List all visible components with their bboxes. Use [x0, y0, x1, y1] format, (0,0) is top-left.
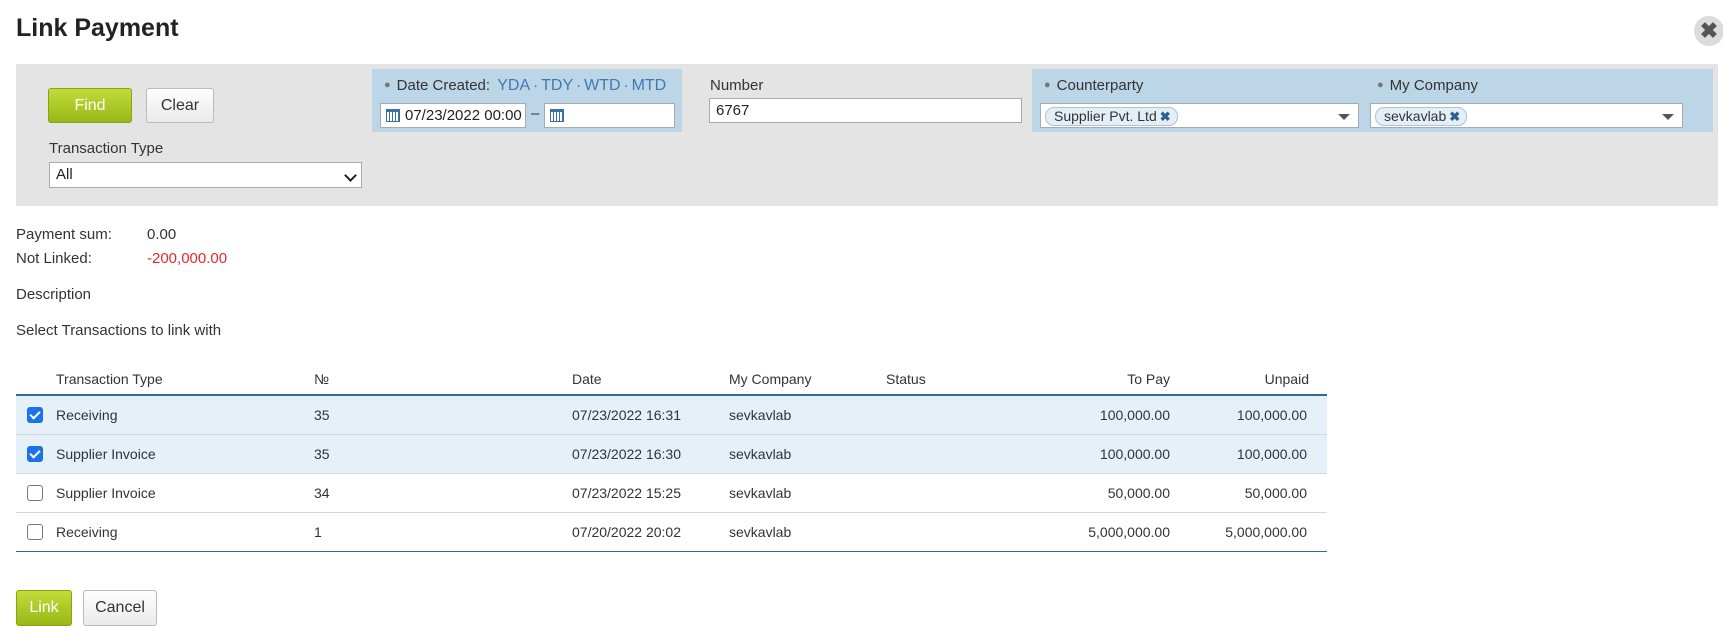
date-range-separator: –: [531, 105, 540, 122]
col-header-date[interactable]: Date: [572, 364, 729, 396]
transaction-type-select[interactable]: All: [49, 162, 362, 188]
bullet-icon: ●: [1377, 79, 1384, 91]
payment-sum-value: 0.00: [147, 226, 177, 243]
my-company-select[interactable]: sevkavlab ✖: [1370, 103, 1683, 128]
table-row[interactable]: Receiving 1 07/20/2022 20:02 sevkavlab 5…: [16, 512, 1327, 552]
transaction-type-label: Transaction Type: [49, 140, 164, 157]
clear-button[interactable]: Clear: [146, 88, 214, 123]
find-button[interactable]: Find: [48, 88, 132, 123]
bullet-icon: ●: [384, 79, 391, 91]
counterparty-tag: Supplier Pvt. Ltd ✖: [1045, 107, 1178, 126]
party-filters: ● Counterparty Supplier Pvt. Ltd ✖ ● My Com…: [1032, 69, 1713, 132]
row-checkbox[interactable]: [27, 485, 43, 501]
date-created-label: Date Created:: [396, 77, 491, 94]
transaction-type-value: All: [56, 166, 73, 183]
table-row[interactable]: Receiving 35 07/23/2022 16:31 sevkavlab …: [16, 395, 1327, 435]
calendar-icon[interactable]: [550, 109, 564, 122]
dropdown-arrow-icon[interactable]: [1338, 114, 1350, 120]
col-header-my-company[interactable]: My Company: [729, 364, 886, 396]
counterparty-label: Counterparty: [1056, 77, 1144, 94]
chevron-down-icon: [344, 169, 357, 182]
number-input[interactable]: 6767: [709, 98, 1022, 123]
my-company-tag: sevkavlab ✖: [1375, 107, 1468, 126]
cancel-button[interactable]: Cancel: [83, 590, 157, 626]
table-row[interactable]: Supplier Invoice 35 07/23/2022 16:30 sev…: [16, 434, 1327, 474]
remove-tag-icon[interactable]: ✖: [1160, 109, 1171, 124]
quick-date-tdy[interactable]: TDY: [541, 77, 573, 94]
quick-date-mtd[interactable]: MTD: [632, 77, 667, 94]
col-header-number[interactable]: №: [314, 364, 572, 396]
not-linked-value: -200,000.00: [147, 250, 228, 267]
remove-tag-icon[interactable]: ✖: [1449, 109, 1460, 124]
table-row[interactable]: Supplier Invoice 34 07/23/2022 15:25 sev…: [16, 473, 1327, 513]
table-header-row: Transaction Type № Date My Company Statu…: [16, 364, 1327, 396]
quick-date-yda[interactable]: YDA: [497, 77, 530, 94]
col-header-unpaid[interactable]: Unpaid: [1170, 364, 1327, 396]
counterparty-select[interactable]: Supplier Pvt. Ltd ✖: [1040, 103, 1359, 128]
link-button[interactable]: Link: [16, 590, 72, 626]
bullet-icon: ●: [1044, 79, 1051, 91]
row-checkbox[interactable]: [27, 524, 43, 540]
filter-panel: Find Clear Transaction Type All ● Date Cr…: [16, 64, 1718, 206]
quick-date-wtd[interactable]: WTD: [584, 77, 620, 94]
transactions-table: Transaction Type № Date My Company Statu…: [16, 364, 1327, 552]
my-company-label: My Company: [1389, 77, 1479, 94]
date-from-input[interactable]: 07/23/2022 00:00: [380, 103, 526, 128]
description-label: Description: [16, 286, 92, 303]
payment-sum-label: Payment sum:: [16, 226, 112, 243]
dropdown-arrow-icon[interactable]: [1662, 114, 1674, 120]
close-icon[interactable]: ✖: [1694, 16, 1723, 46]
number-label: Number: [710, 77, 764, 94]
col-header-status[interactable]: Status: [886, 364, 1020, 396]
col-header-transaction-type[interactable]: Transaction Type: [56, 364, 314, 396]
not-linked-label: Not Linked:: [16, 250, 92, 267]
calendar-icon[interactable]: [386, 109, 400, 122]
dialog-title: Link Payment: [16, 14, 179, 42]
date-created-filter: ● Date Created: YDA · TDY · WTD · MTD 07/23/202…: [372, 69, 682, 132]
select-transactions-label: Select Transactions to link with: [16, 322, 222, 339]
col-header-to-pay[interactable]: To Pay: [1020, 364, 1170, 396]
row-checkbox[interactable]: [27, 446, 43, 462]
row-checkbox[interactable]: [27, 407, 43, 423]
date-to-input[interactable]: [544, 103, 675, 128]
